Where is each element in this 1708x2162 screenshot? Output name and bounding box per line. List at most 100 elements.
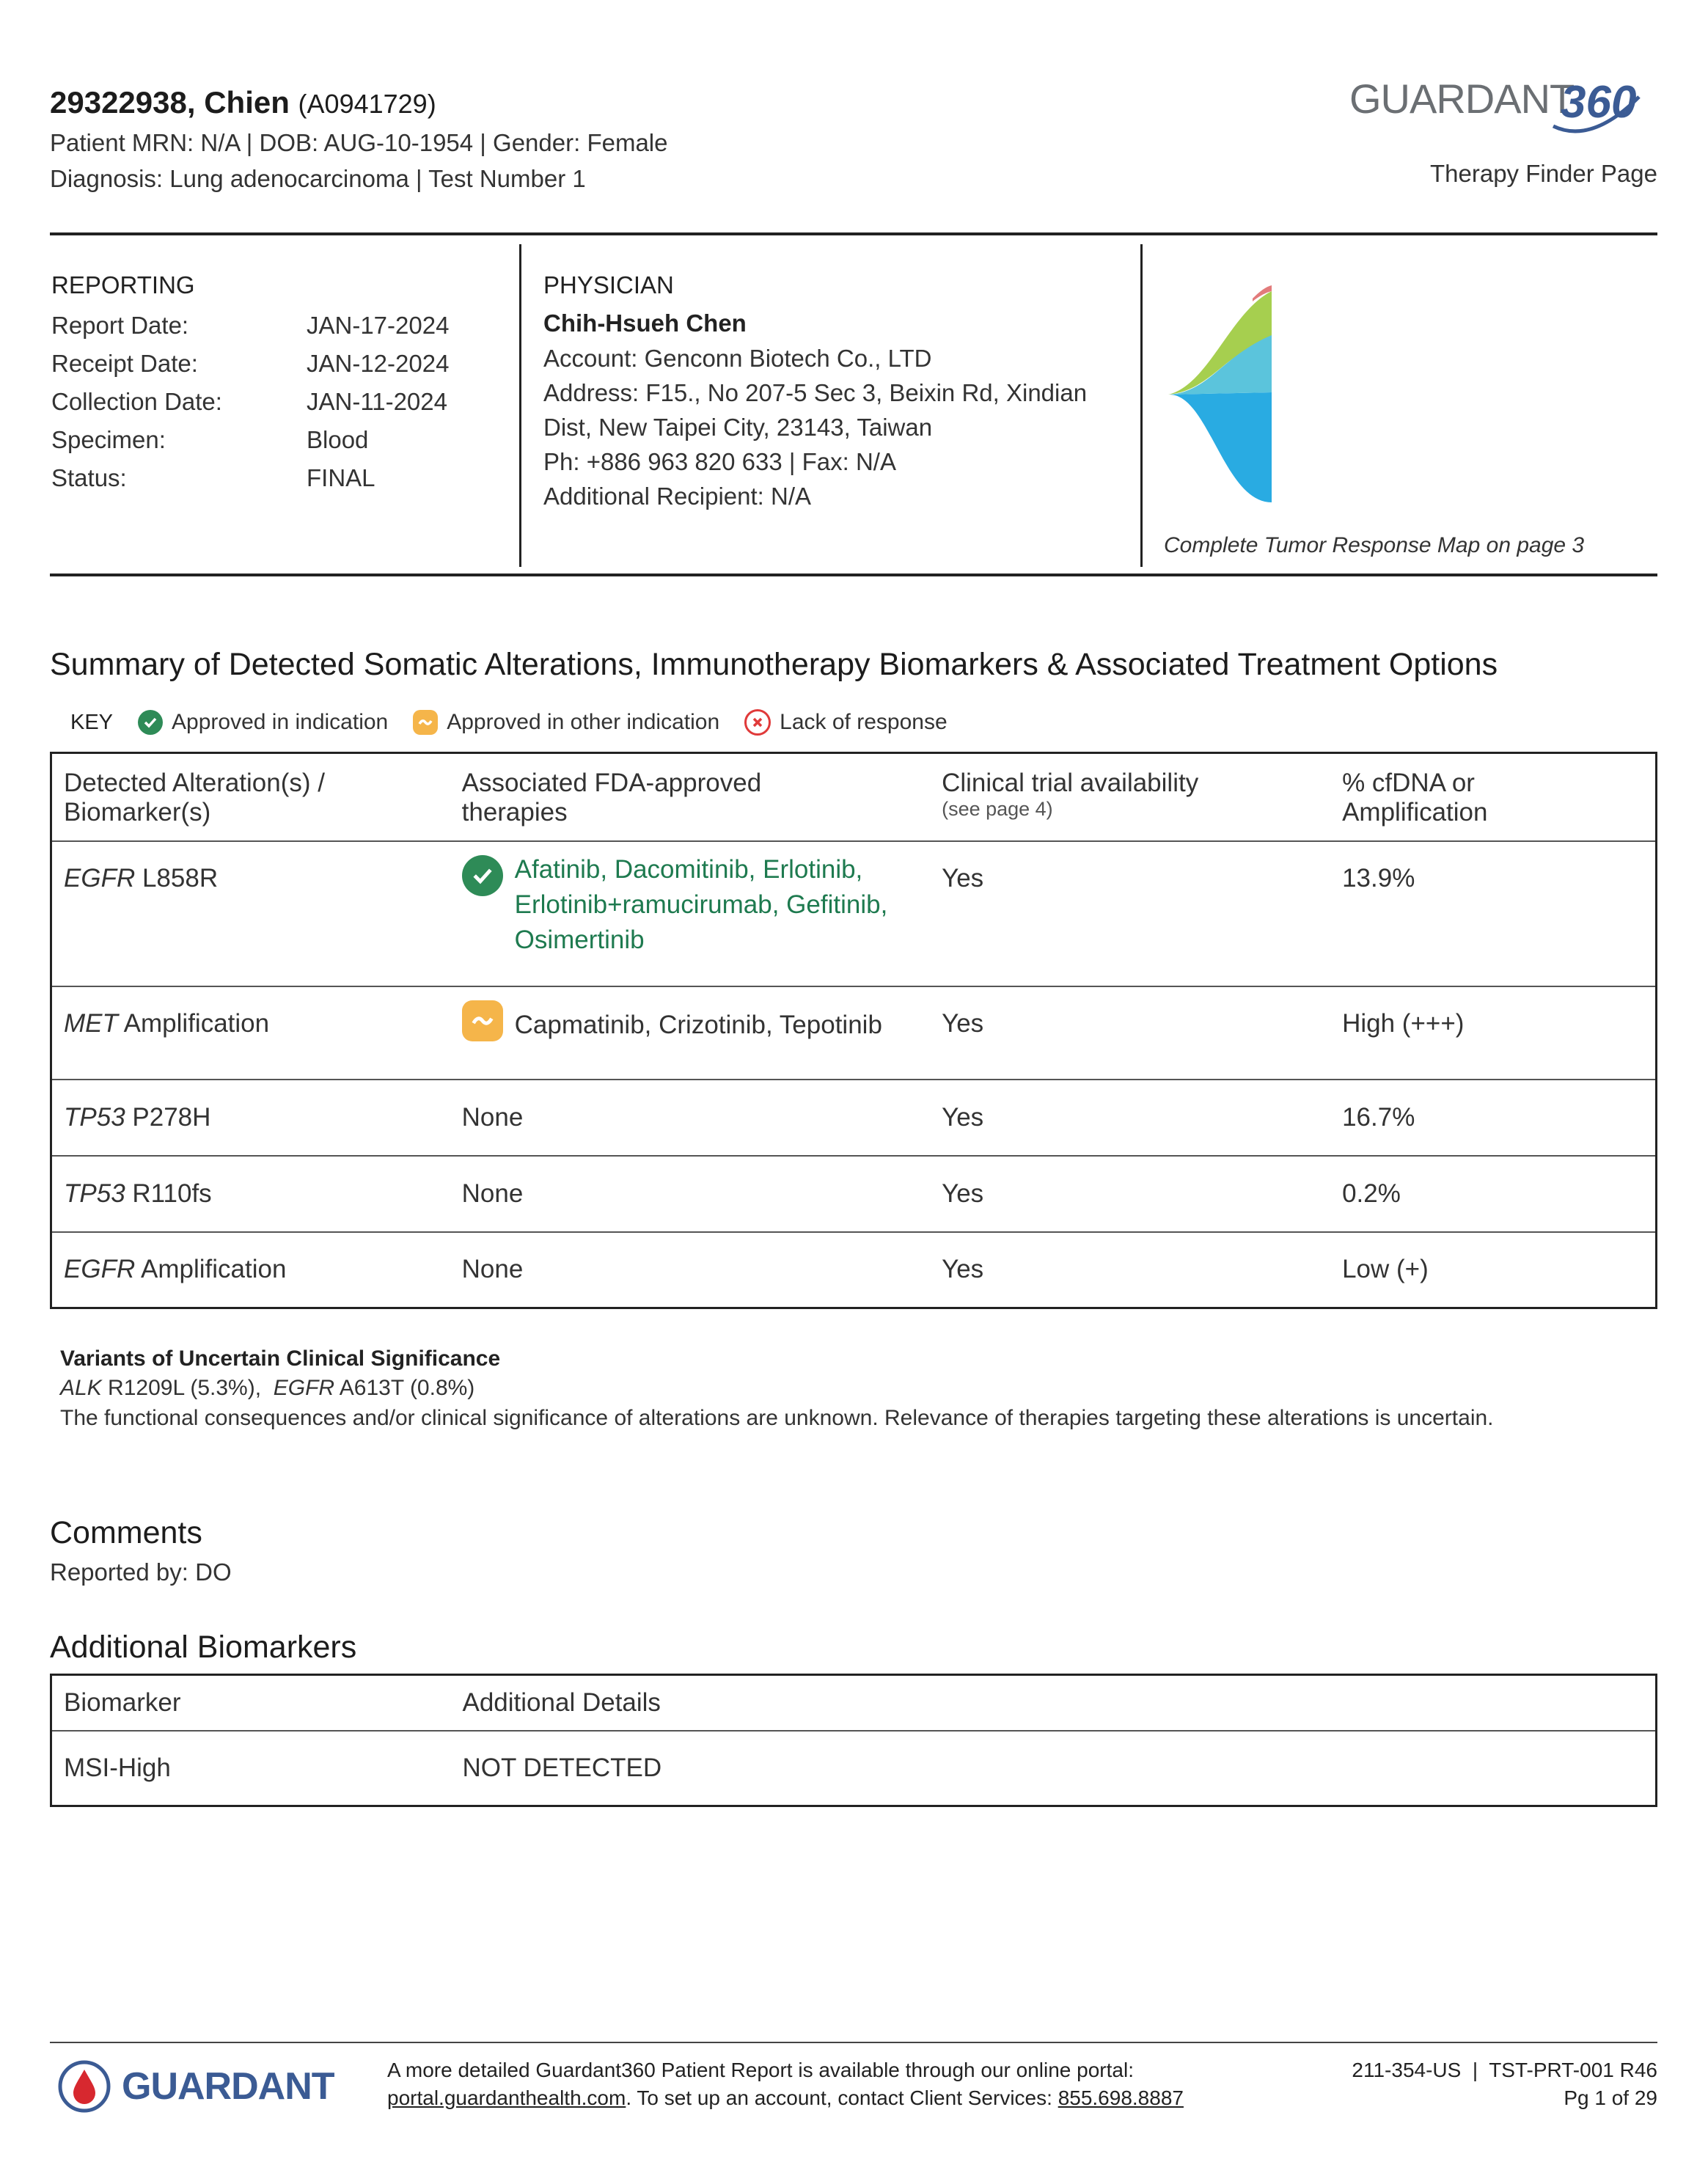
specimen-label: Specimen: bbox=[51, 426, 166, 453]
guardant-footer-logo: GUARDANT bbox=[57, 2059, 335, 2114]
tilde-icon bbox=[461, 1000, 503, 1041]
table-row: MSI-High NOT DETECTED bbox=[51, 1731, 1657, 1806]
info-divider-2 bbox=[1140, 244, 1143, 567]
gene-name: TP53 bbox=[64, 1102, 125, 1132]
portal-link[interactable]: portal.guardanthealth.com bbox=[387, 2086, 626, 2109]
physician-address-line1: Address: F15., No 207-5 Sec 3, Beixin Rd… bbox=[543, 379, 1088, 406]
variant-name: R110fs bbox=[125, 1179, 212, 1208]
tilde-icon bbox=[413, 710, 439, 735]
check-icon bbox=[461, 854, 503, 896]
therapy-cell: None bbox=[450, 1079, 931, 1157]
key-approved-other-indication-label: Approved in other indication bbox=[447, 710, 720, 734]
status-label: Status: bbox=[51, 464, 127, 491]
tumor-map-caption[interactable]: Complete Tumor Response Map on page 3 bbox=[1164, 533, 1584, 558]
page-title: Therapy Finder Page bbox=[1429, 160, 1657, 187]
alterations-table-header: Detected Alteration(s) / Biomarker(s) As… bbox=[51, 752, 1657, 842]
header-divider bbox=[50, 232, 1657, 235]
table-row: EGFR L858R Afatinib, Dacomitinib, Erloti… bbox=[51, 840, 1657, 987]
col-header-cfdna-line2: Amplification bbox=[1342, 798, 1488, 827]
physician-account: Account: Genconn Biotech Co., LTD bbox=[543, 345, 932, 372]
therapy-cell: None bbox=[461, 1255, 524, 1284]
key-lack-of-response: Lack of response bbox=[744, 709, 948, 736]
gene-name: MET bbox=[64, 1008, 118, 1038]
trial-cell: Yes bbox=[942, 1255, 984, 1284]
client-services-phone-link[interactable]: 855.698.8887 bbox=[1058, 2086, 1184, 2109]
biomarker-cell: MSI-High bbox=[64, 1754, 171, 1782]
check-icon bbox=[138, 710, 164, 735]
accession-number: (A0941729) bbox=[298, 89, 436, 119]
col-header-alteration-line2: Biomarker(s) bbox=[64, 798, 211, 827]
gene-name: EGFR bbox=[64, 863, 136, 893]
key-label: KEY bbox=[70, 710, 114, 734]
therapy-line: Capmatinib, Crizotinib, Tepotinib bbox=[514, 1010, 882, 1039]
receipt-date-label: Receipt Date: bbox=[51, 350, 198, 377]
vus-variant-2: A613T (0.8%) bbox=[334, 1376, 475, 1400]
gene-name: EGFR bbox=[64, 1255, 136, 1284]
additional-biomarkers-table: Biomarker Additional Details MSI-High NO… bbox=[50, 1674, 1657, 1807]
cfdna-cell: Low (+) bbox=[1342, 1255, 1429, 1284]
col-header-therapies-line1: Associated FDA-approved bbox=[461, 769, 762, 797]
variant-name: Amplification bbox=[117, 1008, 270, 1038]
key-approved-other-indication: Approved in other indication bbox=[413, 710, 719, 735]
footer-logo-text: GUARDANT bbox=[122, 2065, 335, 2108]
collection-date-label: Collection Date: bbox=[51, 388, 222, 415]
col-header-trial-line1: Clinical trial availability bbox=[942, 769, 1199, 797]
vus-note: The functional consequences and/or clini… bbox=[60, 1406, 1494, 1430]
key-legend: KEY Approved in indication Approved in o… bbox=[70, 709, 948, 736]
reported-by: Reported by: DO bbox=[50, 1558, 232, 1586]
biomarkers-table-header: Biomarker Additional Details bbox=[51, 1674, 1657, 1732]
status-value: FINAL bbox=[307, 464, 375, 491]
report-date-value: JAN-17-2024 bbox=[307, 312, 450, 339]
patient-name: 29322938, Chien (A0941729) bbox=[50, 85, 436, 120]
blood-drop-icon bbox=[58, 2060, 111, 2113]
alteration-cell: EGFR Amplification bbox=[51, 1232, 450, 1308]
trial-cell: Yes bbox=[930, 986, 1331, 1080]
col-header-cfdna-line1: % cfDNA or bbox=[1342, 769, 1475, 797]
col-header-details: Additional Details bbox=[450, 1674, 1657, 1732]
table-row: TP53 P278H None Yes 16.7% bbox=[51, 1079, 1657, 1157]
alteration-cell: EGFR L858R bbox=[51, 840, 450, 987]
document-id: 211-354-US | TST-PRT-001 R46 bbox=[1352, 2059, 1657, 2081]
footer-contact-text: . To set up an account, contact Client S… bbox=[626, 2086, 1058, 2109]
trial-cell: Yes bbox=[930, 1155, 1331, 1233]
comments-title: Comments bbox=[50, 1515, 202, 1550]
x-icon bbox=[744, 709, 771, 736]
key-approved-in-indication-label: Approved in indication bbox=[172, 710, 389, 734]
cfdna-cell: 0.2% bbox=[1330, 1155, 1657, 1233]
therapy-list: Capmatinib, Crizotinib, Tepotinib bbox=[515, 987, 882, 1041]
receipt-date-value: JAN-12-2024 bbox=[307, 350, 450, 377]
col-header-trial-sub[interactable]: (see page 4) bbox=[942, 798, 1319, 821]
physician-address-line2: Dist, New Taipei City, 23143, Taiwan bbox=[543, 414, 933, 441]
patient-name-text: 29322938, Chien bbox=[50, 85, 290, 120]
cfdna-cell: 16.7% bbox=[1330, 1079, 1657, 1157]
physician-name: Chih-Hsueh Chen bbox=[543, 309, 747, 337]
additional-biomarkers-title: Additional Biomarkers bbox=[50, 1630, 357, 1665]
col-header-cfdna: % cfDNA or Amplification bbox=[1330, 752, 1657, 842]
summary-title: Summary of Detected Somatic Alterations,… bbox=[50, 647, 1498, 682]
cfdna-cell: High (+++) bbox=[1330, 986, 1657, 1080]
trial-cell: Yes bbox=[930, 1079, 1331, 1157]
therapy-line: Osimertinib bbox=[514, 925, 645, 954]
footer-divider bbox=[50, 2042, 1657, 2043]
vus-variant-1: R1209L (5.3%), bbox=[101, 1376, 274, 1400]
patient-demographics: Patient MRN: N/A | DOB: AUG-10-1954 | Ge… bbox=[50, 129, 668, 156]
therapy-line: Erlotinib+ramucirumab, Gefitinib, bbox=[514, 890, 888, 919]
alteration-cell: TP53 R110fs bbox=[51, 1155, 450, 1233]
tumor-response-map-thumbnail[interactable] bbox=[1165, 282, 1275, 502]
variant-name: P278H bbox=[125, 1102, 211, 1132]
guardant360-logo: GUARDANT 360 bbox=[1349, 76, 1641, 133]
gene-name: TP53 bbox=[64, 1179, 125, 1208]
patient-diagnosis: Diagnosis: Lung adenocarcinoma | Test Nu… bbox=[50, 165, 586, 192]
cfdna-cell: 13.9% bbox=[1330, 840, 1657, 987]
physician-additional-recipient: Additional Recipient: N/A bbox=[543, 483, 812, 510]
page-number: Pg 1 of 29 bbox=[1564, 2086, 1657, 2109]
specimen-value: Blood bbox=[307, 426, 369, 453]
physician-heading: PHYSICIAN bbox=[543, 271, 674, 298]
table-row: EGFR Amplification None Yes Low (+) bbox=[51, 1232, 1657, 1308]
details-cell: NOT DETECTED bbox=[462, 1754, 662, 1782]
table-row: TP53 R110fs None Yes 0.2% bbox=[51, 1155, 1657, 1233]
report-date-label: Report Date: bbox=[51, 312, 189, 339]
key-lack-of-response-label: Lack of response bbox=[780, 710, 948, 734]
alteration-cell: MET Amplification bbox=[51, 986, 450, 1080]
key-approved-in-indication: Approved in indication bbox=[138, 710, 388, 735]
